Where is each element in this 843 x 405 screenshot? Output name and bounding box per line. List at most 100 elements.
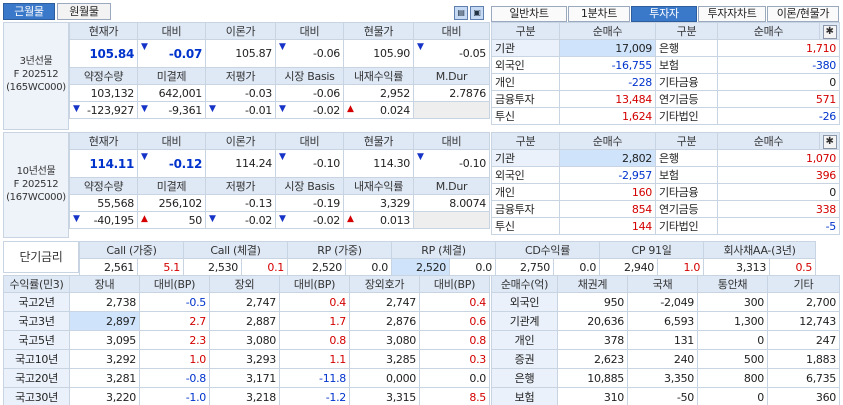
cell-value: 10,885 <box>557 368 628 388</box>
tab-investor[interactable]: 투자자 <box>631 6 697 22</box>
col-header: 장외 <box>209 275 280 293</box>
cell-value: 571 <box>717 90 840 108</box>
row-label: 외국인 <box>491 292 558 312</box>
oi-change: ▼ -9,361 <box>137 101 206 119</box>
col-header: CD수익률 <box>494 241 601 259</box>
col-header: 대비(BP) <box>139 275 210 293</box>
volume-change: ▼ -40,195 <box>69 211 138 229</box>
cell-value: 3,292 <box>69 349 140 369</box>
cell-value: 0.0 <box>419 368 490 388</box>
settings-button[interactable]: ✱ <box>819 22 840 40</box>
cell-value: 6,735 <box>767 368 840 388</box>
cell-value: 310 <box>557 387 628 405</box>
current-price: 105.84 <box>69 39 138 68</box>
cell-value: 500 <box>697 349 768 369</box>
layout-icon[interactable]: ▤ <box>454 6 468 20</box>
cell-value: 2,747 <box>209 292 280 312</box>
gear-icon[interactable]: ✱ <box>822 134 837 149</box>
col-header: 장내 <box>69 275 140 293</box>
volume-change: ▼ -123,927 <box>69 101 138 119</box>
row-label: 투신 <box>491 217 560 235</box>
col-header: 구분 <box>491 22 560 40</box>
cell-value: -16,755 <box>559 56 656 74</box>
cell-value: 3,315 <box>349 387 420 405</box>
tab-theory-spot[interactable]: 이론/현물가 <box>767 6 839 22</box>
cell-value: 144 <box>559 217 656 235</box>
change-value: ▼ -0.12 <box>137 149 206 178</box>
cell-value: 300 <box>697 292 768 312</box>
tab-near-month[interactable]: 근월물 <box>3 3 55 20</box>
cell-value: 3,293 <box>209 349 280 369</box>
down-arrow-icon: ▼ <box>417 42 424 52</box>
col-header: 순매수(억) <box>491 275 558 293</box>
futures-3y-table: 현재가 대비 이론가 대비 현물가 대비 105.84 ▼ -0.07 105.8… <box>69 22 490 119</box>
tab-1min-chart[interactable]: 1분차트 <box>568 6 630 22</box>
down-arrow-icon: ▼ <box>73 104 80 114</box>
col-header: 대비(BP) <box>279 275 350 293</box>
row-label: 개인 <box>491 73 560 91</box>
cell-value: 3,281 <box>69 368 140 388</box>
implied-yield: 3,329 <box>343 194 414 212</box>
theory-price: 114.24 <box>205 149 276 178</box>
row-label: 은행 <box>655 39 718 57</box>
row-label: 투신 <box>491 107 560 125</box>
col-header: 미결제 <box>137 67 206 85</box>
col-header: 시장 Basis <box>275 177 344 195</box>
row-label: 국고20년 <box>3 368 70 388</box>
futures-10y-label: 10년선물 F 202512 (167WC000) <box>3 132 69 238</box>
col-header: CP 91일 <box>599 241 705 259</box>
rate-change: 1.0 <box>657 258 705 276</box>
row-label: 외국인 <box>491 56 560 74</box>
up-arrow-icon: ▲ <box>347 104 354 114</box>
cell-value: 3,285 <box>349 349 420 369</box>
gear-icon[interactable]: ✱ <box>822 24 837 39</box>
col-header: 대비 <box>413 132 490 150</box>
cell-value: 2,876 <box>349 311 420 331</box>
rate-value: 2,561 <box>79 258 138 276</box>
futures-10y-table: 현재가 대비 이론가 대비 현물가 대비 114.11 ▼ -0.12 114.2… <box>69 132 490 229</box>
cell-value: 12,743 <box>767 311 840 331</box>
rate-value: 3,313 <box>703 258 771 276</box>
col-header: 대비 <box>275 132 344 150</box>
rate-value: 2,750 <box>495 258 554 276</box>
col-header: 순매수 <box>717 22 820 40</box>
cell-value: -2,957 <box>559 166 656 184</box>
rate-change: 0.0 <box>449 258 496 276</box>
cell-value: -50 <box>627 387 698 405</box>
m-dur: 2.7876 <box>413 84 490 102</box>
window-icon[interactable]: ▣ <box>470 6 484 20</box>
bond-net-table: 순매수(억) 채권계 국채 통안채 기타 외국인 950 -2,049 300 2,70… <box>491 275 840 405</box>
undervalue-change: ▼ -0.02 <box>205 211 276 229</box>
cell-value: 0 <box>697 387 768 405</box>
col-header: 구분 <box>655 132 718 150</box>
spot-price: 114.30 <box>343 149 414 178</box>
cell-value: 1,070 <box>717 149 840 167</box>
cell-value: -1.0 <box>139 387 210 405</box>
row-label: 외국인 <box>491 166 560 184</box>
settings-button[interactable]: ✱ <box>819 132 840 150</box>
col-header: 현물가 <box>343 22 414 40</box>
col-header: RP (체결) <box>391 241 496 259</box>
col-header: 수익률(민3) <box>3 275 70 293</box>
col-header: 대비 <box>275 22 344 40</box>
implied-yield: 2,952 <box>343 84 414 102</box>
col-header: 대비 <box>137 132 206 150</box>
tab-investor-chart[interactable]: 투자자차트 <box>698 6 766 22</box>
col-header: 순매수 <box>717 132 820 150</box>
row-label: 기관 <box>491 39 560 57</box>
tab-far-month[interactable]: 원월물 <box>57 3 111 20</box>
cell-value: 2,623 <box>557 349 628 369</box>
row-label: 기관 <box>491 149 560 167</box>
cell-value: 3,171 <box>209 368 280 388</box>
empty-cell <box>413 211 490 229</box>
col-header: 대비(BP) <box>419 275 490 293</box>
cell-value: 2,747 <box>349 292 420 312</box>
undervalue: -0.13 <box>205 194 276 212</box>
cell-value: 396 <box>717 166 840 184</box>
row-label: 국고30년 <box>3 387 70 405</box>
tab-general-chart[interactable]: 일반차트 <box>491 6 567 22</box>
rate-value: 2,530 <box>183 258 242 276</box>
cell-value: 2,897 <box>69 311 140 331</box>
cell-value: 378 <box>557 330 628 350</box>
cell-value: 0.8 <box>279 330 350 350</box>
